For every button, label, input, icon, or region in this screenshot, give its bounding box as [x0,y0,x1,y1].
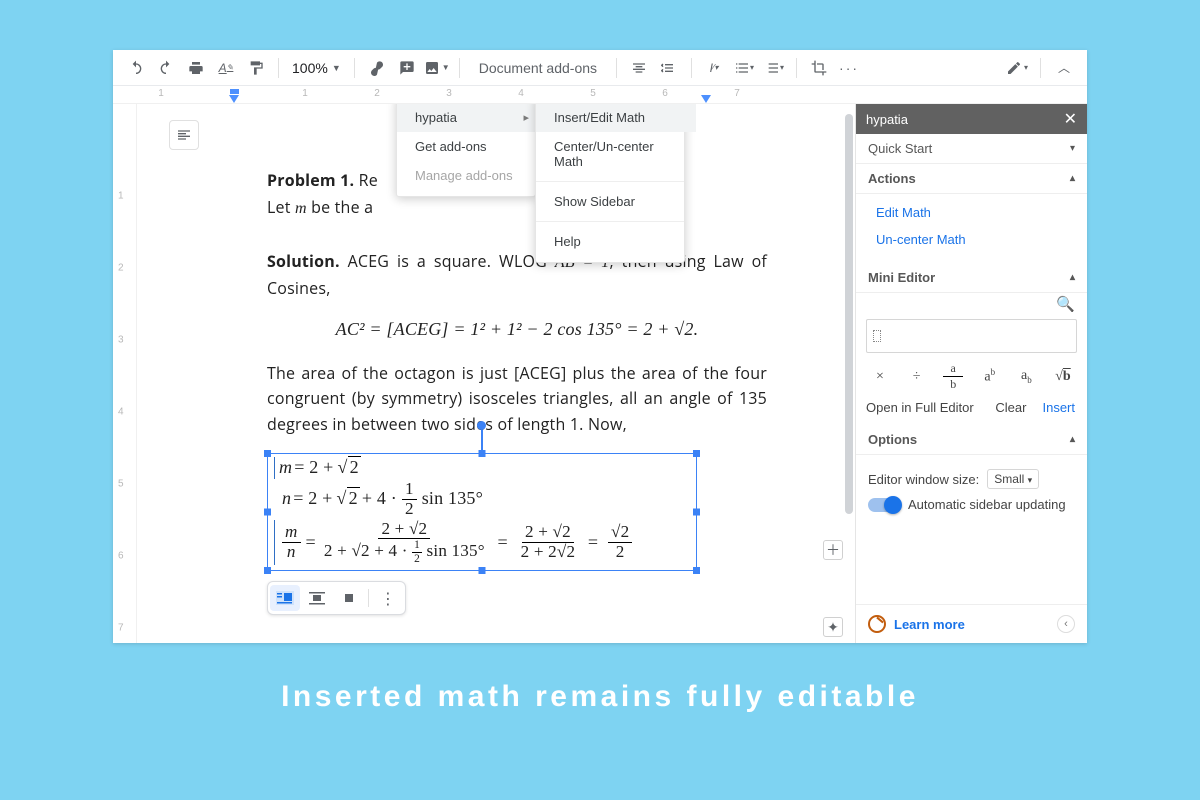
bullet-list-button[interactable]: ▾ [731,55,757,81]
add-comment-chip[interactable]: ＋ [823,540,843,560]
mini-search-icon[interactable]: 🔍 [866,293,1077,315]
auto-update-toggle[interactable] [868,498,900,512]
wrap-inline-button[interactable] [270,585,300,611]
op-multiply[interactable]: × [870,369,890,385]
resize-handle[interactable] [264,509,271,516]
spellcheck-button[interactable]: A✎ [213,55,239,81]
addons-menu: hypatia Get add-ons Manage add-ons [396,104,536,197]
mini-clear-button[interactable]: Clear [995,400,1026,415]
indent-marker-first[interactable] [230,89,239,94]
action-uncenter-math[interactable]: Un-center Math [856,226,1087,253]
outline-toggle[interactable] [169,120,199,150]
resize-handle[interactable] [693,450,700,457]
vertical-ruler[interactable]: 1 2 3 4 5 6 7 [113,104,137,643]
comment-button[interactable] [394,55,420,81]
math-equation: AC² = [ACEG] = 1² + 1² − 2 cos 135° = 2 … [267,317,767,342]
resize-handle[interactable] [264,450,271,457]
more-button[interactable]: ··· [836,55,862,81]
close-sidebar-button[interactable]: ✕ [1064,109,1077,129]
op-sqrt[interactable]: √b [1053,369,1073,385]
addons-menu-button[interactable]: Document add-ons [469,60,607,76]
section-mini-editor[interactable]: Mini Editor▴ [856,263,1087,293]
menu-item-show-sidebar[interactable]: Show Sidebar [536,187,696,216]
menu-item-insert-math[interactable]: Insert/Edit Math [536,104,696,132]
mini-insert-button[interactable]: Insert [1042,400,1075,415]
sidebar-header: hypatia ✕ [856,104,1087,134]
resize-handle[interactable] [693,567,700,574]
work-area: 1 2 3 4 5 6 7 Problem 1. Re area n. Let … [113,104,1087,643]
resize-handle[interactable] [479,567,486,574]
learn-more-link[interactable]: Learn more [894,617,965,632]
paragraph: The area of the octagon is just [ACEG] p… [267,361,767,438]
link-button[interactable] [364,55,390,81]
app-window: A✎ 100%▼ ▼ Document add-ons I⁄▾ ▾ ▾ ··· … [113,50,1087,643]
indent-marker-left[interactable] [229,95,239,103]
resize-handle[interactable] [479,450,486,457]
undo-button[interactable] [123,55,149,81]
window-size-label: Editor window size: [868,472,979,487]
mini-editor-input[interactable] [866,319,1077,353]
collapse-toolbar-button[interactable]: ︿ [1051,55,1077,81]
sidebar-footer: Learn more ‹ [856,604,1087,643]
hypatia-logo-icon [868,615,886,633]
resize-handle[interactable] [693,509,700,516]
indent-marker-right[interactable] [701,95,711,103]
scrollbar-thumb[interactable] [845,114,853,514]
line-spacing-button[interactable] [656,55,682,81]
toolbar: A✎ 100%▼ ▼ Document add-ons I⁄▾ ▾ ▾ ··· … [113,50,1087,86]
sidebar-collapse-button[interactable]: ‹ [1057,615,1075,633]
wrap-break-button[interactable] [302,585,332,611]
image-options-more[interactable]: ⋮ [373,585,403,611]
op-superscript[interactable]: ab [980,367,1000,386]
open-full-editor[interactable]: Open in Full Editor [866,400,974,415]
op-fraction[interactable]: ab [943,361,963,392]
edit-mode-button[interactable]: ▾ [1004,55,1030,81]
print-button[interactable] [183,55,209,81]
menu-item-manage-addons[interactable]: Manage add-ons [397,161,557,190]
menu-item-help[interactable]: Help [536,227,696,256]
image-button[interactable]: ▼ [424,55,450,81]
align-button[interactable] [626,55,652,81]
zoom-select[interactable]: 100%▼ [288,60,345,76]
wrap-behind-button[interactable] [334,585,364,611]
number-list-button[interactable]: ▾ [761,55,787,81]
resize-handle[interactable] [264,567,271,574]
marketing-caption: Inserted math remains fully editable [0,680,1200,714]
horizontal-ruler[interactable]: 1 1 2 3 4 5 6 7 [113,86,1087,104]
mini-editor-ops: × ÷ ab ab ab √b [866,361,1077,400]
menu-item-center-math[interactable]: Center/Un-center Math [536,132,696,176]
window-size-select[interactable]: Small ▾ [987,469,1039,489]
crop-button[interactable] [806,55,832,81]
auto-update-label: Automatic sidebar updating [908,497,1066,512]
op-subscript[interactable]: ab [1016,368,1036,385]
section-quick-start[interactable]: Quick Start▾ [856,134,1087,164]
menu-item-get-addons[interactable]: Get add-ons [397,132,557,161]
document-canvas[interactable]: Problem 1. Re area n. Let m be the a m/n… [137,104,855,643]
section-actions[interactable]: Actions▴ [856,164,1087,194]
hypatia-sidebar: hypatia ✕ Quick Start▾ Actions▴ Edit Mat… [855,104,1087,643]
hypatia-submenu: Insert/Edit Math Center/Un-center Math S… [535,104,685,263]
rotate-handle[interactable] [481,430,483,450]
redo-button[interactable] [153,55,179,81]
menu-item-hypatia[interactable]: hypatia [397,104,557,132]
action-edit-math[interactable]: Edit Math [856,199,1087,226]
paragraph: Solution. ACEG is a square. WLOG AB = 1,… [267,249,767,301]
selected-math-object[interactable]: m = 2 + 2 n = 2 + 2 + 4 · 12sin 135° mn … [267,453,697,571]
image-layout-toolbar: ⋮ [267,581,406,615]
section-options[interactable]: Options▴ [856,425,1087,455]
explore-chip[interactable]: ✦ [823,617,843,637]
paint-format-button[interactable] [243,55,269,81]
clear-format-button[interactable]: I⁄▾ [701,55,727,81]
op-divide[interactable]: ÷ [907,369,927,385]
